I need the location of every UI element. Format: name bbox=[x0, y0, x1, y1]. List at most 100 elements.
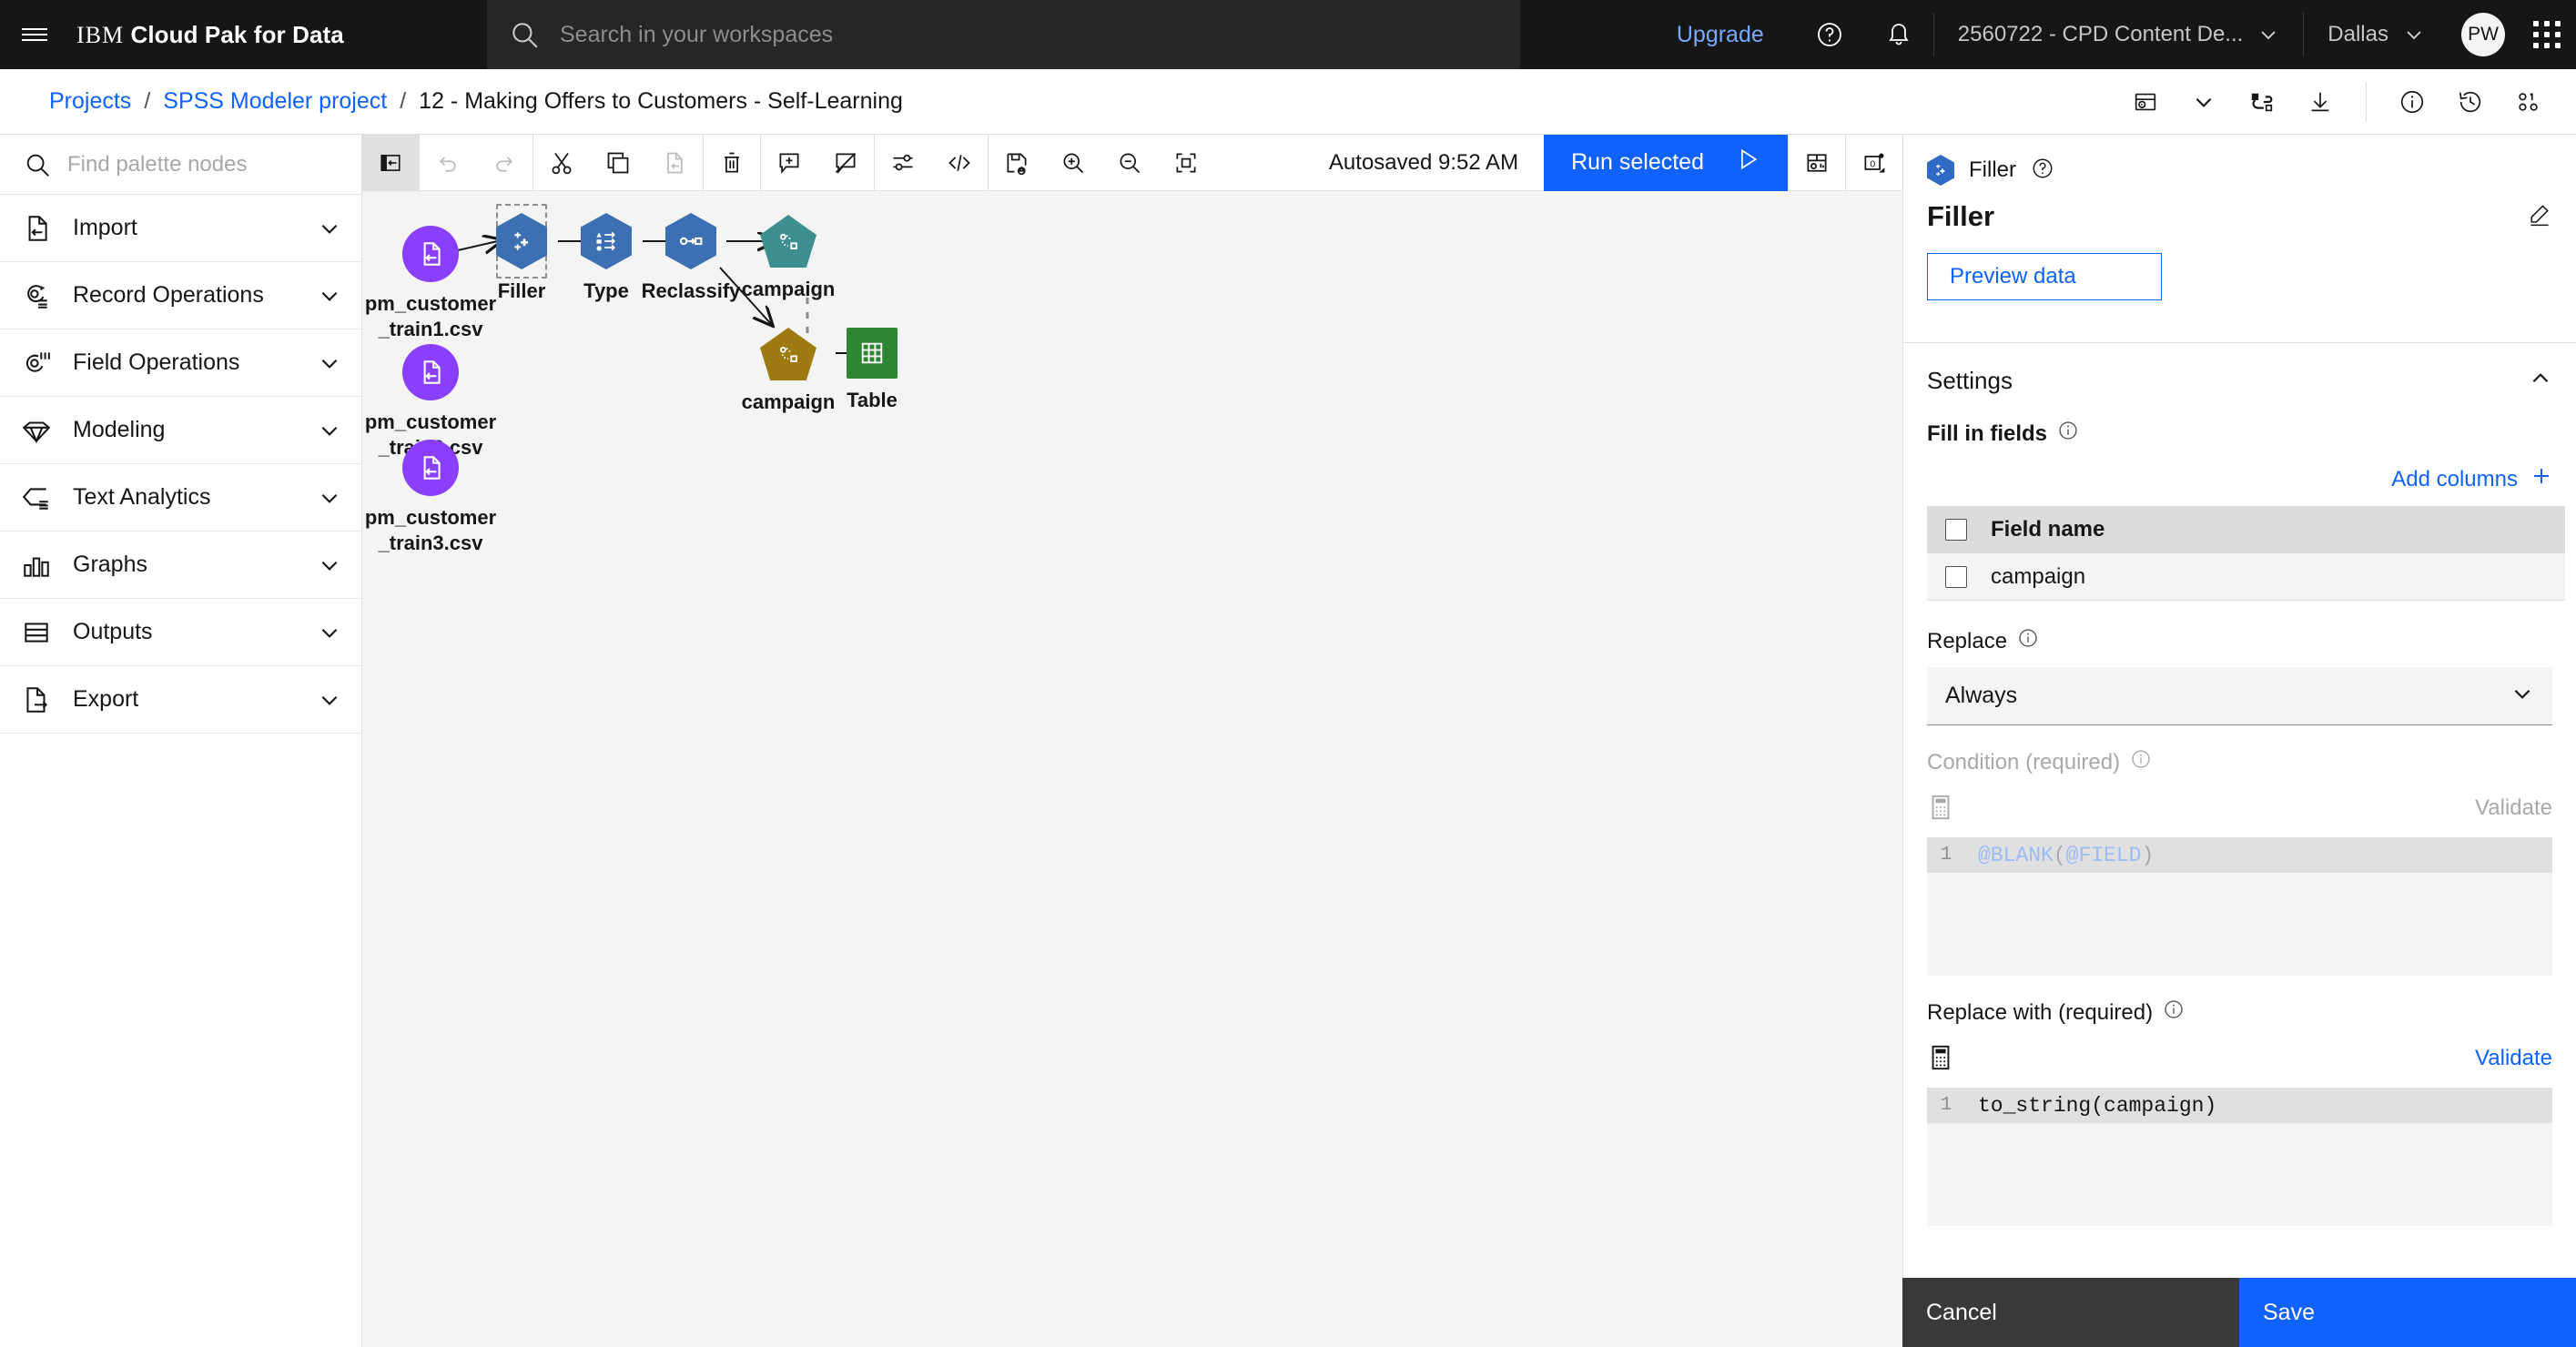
upgrade-link[interactable]: Upgrade bbox=[1646, 22, 1795, 48]
zoom-in-button[interactable] bbox=[1045, 135, 1101, 191]
canvas-node-table[interactable]: Table bbox=[804, 328, 940, 413]
canvas-node-src3[interactable]: pm_customer_train3.csv bbox=[362, 440, 499, 555]
cut-button[interactable] bbox=[533, 135, 590, 191]
chevron-down-icon[interactable] bbox=[318, 553, 341, 577]
search-input[interactable] bbox=[560, 21, 1498, 48]
replace-with-editor-toolbar: Validate bbox=[1927, 1038, 2552, 1079]
redo-button[interactable] bbox=[476, 135, 532, 191]
palette-search-input[interactable] bbox=[67, 151, 345, 177]
autosave-status: Autosaved 9:52 AM bbox=[1328, 149, 1519, 175]
table-grid-icon bbox=[847, 328, 898, 379]
preview-data-button[interactable]: Preview data bbox=[1927, 253, 2162, 300]
palette-category-text-analytics[interactable]: Text Analytics bbox=[0, 464, 361, 532]
condition-label: Condition (required) bbox=[1927, 749, 2552, 775]
code-content: to_string(campaign) bbox=[1978, 1094, 2217, 1118]
toggle-palette-button[interactable] bbox=[362, 134, 419, 191]
chevron-down-icon[interactable] bbox=[318, 419, 341, 442]
replace-with-code-editor[interactable]: 1 to_string(campaign) bbox=[1927, 1088, 2552, 1226]
help-circle-icon[interactable] bbox=[2031, 157, 2054, 185]
chevron-down-icon[interactable] bbox=[318, 217, 341, 240]
chevron-down-icon[interactable] bbox=[318, 486, 341, 510]
flow-relationship-icon[interactable] bbox=[2233, 69, 2291, 135]
bell-icon[interactable] bbox=[1864, 0, 1933, 69]
flow-canvas[interactable]: pm_customer_train1.csv pm_customer_train… bbox=[362, 191, 1902, 1347]
help-icon[interactable] bbox=[1795, 0, 1864, 69]
run-panel-icon[interactable] bbox=[2116, 69, 2175, 135]
code-line: 1 to_string(campaign) bbox=[1927, 1089, 2552, 1123]
zoom-to-fit-button[interactable] bbox=[1158, 135, 1214, 191]
paste-button[interactable] bbox=[646, 135, 703, 191]
info-icon[interactable] bbox=[2018, 628, 2038, 654]
account-selector[interactable]: 2560722 - CPD Content De... bbox=[1932, 13, 2304, 56]
palette-category-export[interactable]: Export bbox=[0, 666, 361, 734]
condition-code-editor[interactable]: 1 @BLANK(@FIELD) bbox=[1927, 837, 2552, 976]
messages-button[interactable]: 0 bbox=[1846, 135, 1902, 191]
settings-title: Settings bbox=[1927, 367, 2013, 394]
delete-comment-button[interactable] bbox=[817, 135, 874, 191]
palette-category-label: Text Analytics bbox=[73, 484, 211, 510]
delete-button[interactable] bbox=[704, 135, 760, 191]
palette-category-outputs[interactable]: Outputs bbox=[0, 599, 361, 666]
chevron-down-icon[interactable] bbox=[2175, 69, 2233, 135]
select-all-checkbox[interactable] bbox=[1945, 519, 1967, 541]
chevron-down-icon[interactable] bbox=[318, 351, 341, 375]
chevron-up-icon[interactable] bbox=[2529, 367, 2552, 395]
add-comment-button[interactable] bbox=[761, 135, 817, 191]
add-columns-button[interactable]: Add columns bbox=[1903, 465, 2576, 493]
info-icon[interactable] bbox=[2383, 69, 2441, 135]
node-palette: Import Record Operations Field Operation… bbox=[0, 135, 362, 1347]
palette-search[interactable] bbox=[0, 135, 361, 195]
header-right-group: Upgrade 2560722 - CPD Content De... Dall… bbox=[1646, 0, 2576, 69]
global-search[interactable] bbox=[487, 0, 1520, 69]
replace-with-text: Replace with (required) bbox=[1927, 999, 2154, 1025]
chevron-down-icon[interactable] bbox=[318, 621, 341, 644]
chevron-down-icon[interactable] bbox=[318, 688, 341, 712]
graphs-bar-icon bbox=[20, 549, 53, 582]
palette-category-record-operations[interactable]: Record Operations bbox=[0, 262, 361, 329]
preview-data-label: Preview data bbox=[1950, 264, 2076, 289]
canvas-node-model-teal[interactable]: campaign bbox=[720, 215, 857, 302]
run-selected-button[interactable]: Run selected bbox=[1544, 134, 1788, 191]
fill-in-fields-text: Fill in fields bbox=[1927, 420, 2048, 446]
download-icon[interactable] bbox=[2291, 69, 2349, 135]
edit-pencil-icon[interactable] bbox=[2527, 202, 2552, 232]
zoom-out-button[interactable] bbox=[1101, 135, 1158, 191]
waffle-icon[interactable] bbox=[2518, 0, 2576, 69]
info-icon[interactable] bbox=[2164, 999, 2184, 1026]
copy-button[interactable] bbox=[590, 135, 646, 191]
history-icon[interactable] bbox=[2441, 69, 2500, 135]
settings-button[interactable] bbox=[875, 135, 931, 191]
palette-category-graphs[interactable]: Graphs bbox=[0, 532, 361, 599]
undo-button[interactable] bbox=[420, 135, 476, 191]
outputs-panel-button[interactable] bbox=[1789, 135, 1845, 191]
condition-validate-button[interactable]: Validate bbox=[2475, 795, 2552, 821]
palette-category-import[interactable]: Import bbox=[0, 195, 361, 262]
info-icon[interactable] bbox=[2131, 749, 2151, 775]
avatar[interactable]: PW bbox=[2461, 13, 2505, 56]
row-checkbox[interactable] bbox=[1945, 565, 1967, 588]
hamburger-icon[interactable] bbox=[0, 0, 69, 69]
breadcrumb-item-project[interactable]: SPSS Modeler project bbox=[163, 88, 387, 115]
calculator-icon[interactable] bbox=[1927, 793, 1954, 824]
palette-category-modeling[interactable]: Modeling bbox=[0, 397, 361, 464]
chevron-down-icon[interactable] bbox=[318, 284, 341, 308]
export-icon bbox=[20, 684, 53, 716]
replace-with-validate-button[interactable]: Validate bbox=[2475, 1046, 2552, 1071]
brand-title[interactable]: IBM Cloud Pak for Data bbox=[69, 21, 344, 49]
save-button[interactable]: Save bbox=[2239, 1278, 2576, 1347]
save-as-template-button[interactable] bbox=[989, 135, 1045, 191]
settings-section-header[interactable]: Settings bbox=[1903, 343, 2576, 395]
flow-links bbox=[445, 191, 1902, 1347]
calculator-icon[interactable] bbox=[1927, 1043, 1954, 1074]
region-selector[interactable]: Dallas bbox=[2303, 13, 2449, 56]
code-view-button[interactable] bbox=[931, 135, 988, 191]
breadcrumb-item-projects[interactable]: Projects bbox=[49, 88, 131, 115]
replace-dropdown[interactable]: Always bbox=[1927, 667, 2552, 725]
table-row[interactable]: campaign bbox=[1927, 553, 2565, 601]
cancel-button[interactable]: Cancel bbox=[1902, 1278, 2239, 1347]
palette-category-field-operations[interactable]: Field Operations bbox=[0, 329, 361, 397]
region-label: Dallas bbox=[2328, 22, 2388, 46]
node-legend-icon[interactable] bbox=[2500, 69, 2558, 135]
info-icon[interactable] bbox=[2058, 420, 2078, 447]
page-title: 12 - Making Offers to Customers - Self-L… bbox=[419, 88, 903, 114]
